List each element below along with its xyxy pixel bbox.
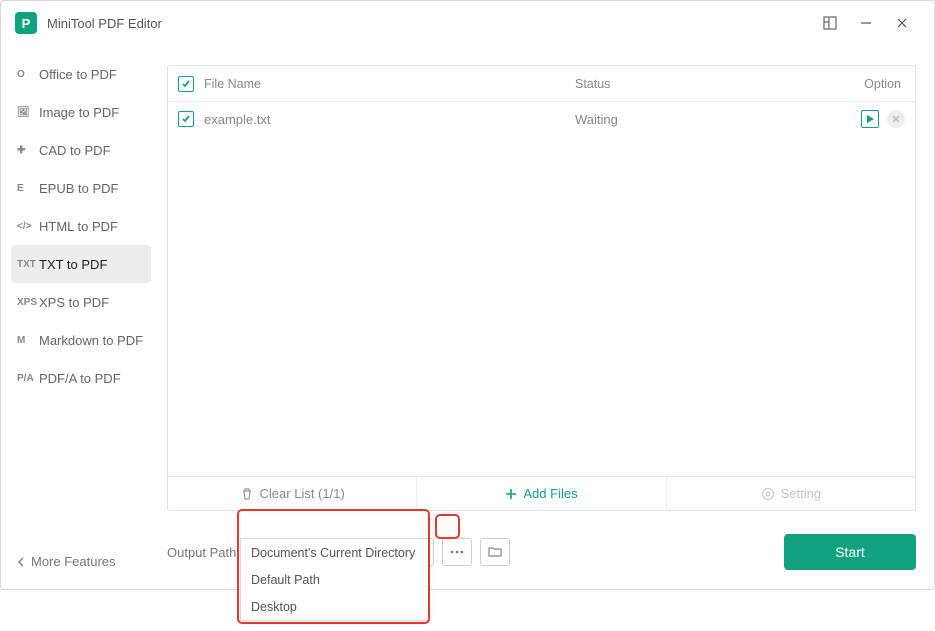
convert-row-button[interactable] xyxy=(861,110,879,128)
output-path-dropdown: Document's Current Directory Default Pat… xyxy=(240,538,430,621)
sidebar-item-markdown-to-pdf[interactable]: M Markdown to PDF xyxy=(11,321,151,359)
office-icon: O xyxy=(17,69,39,80)
file-list-header: File Name Status Option xyxy=(168,66,915,102)
close-window-button[interactable] xyxy=(884,8,920,38)
open-folder-button[interactable] xyxy=(480,538,510,566)
window-frame: P MiniTool PDF Editor O Office to PDF 🖼 … xyxy=(0,0,935,590)
sidebar-item-xps-to-pdf[interactable]: XPS XPS to PDF xyxy=(11,283,151,321)
add-files-button[interactable]: Add Files xyxy=(417,477,666,510)
sidebar-item-pdfa-to-pdf[interactable]: P/A PDF/A to PDF xyxy=(11,359,151,397)
txt-icon: TXT xyxy=(17,259,39,270)
epub-icon: E xyxy=(17,183,39,194)
output-option-default-path[interactable]: Default Path xyxy=(241,566,429,593)
sidebar-item-epub-to-pdf[interactable]: E EPUB to PDF xyxy=(11,169,151,207)
minimize-button[interactable] xyxy=(848,8,884,38)
sidebar-item-image-to-pdf[interactable]: 🖼 Image to PDF xyxy=(11,93,151,131)
file-name: example.txt xyxy=(204,112,575,127)
sidebar-item-html-to-pdf[interactable]: </> HTML to PDF xyxy=(11,207,151,245)
file-toolbar: Clear List (1/1) Add Files Setting xyxy=(168,476,915,510)
clear-list-button[interactable]: Clear List (1/1) xyxy=(168,477,417,510)
header-status: Status xyxy=(575,77,835,91)
more-features-link[interactable]: More Features xyxy=(11,544,151,579)
sidebar-item-txt-to-pdf[interactable]: TXT TXT to PDF xyxy=(11,245,151,283)
start-button[interactable]: Start xyxy=(784,534,916,570)
collapse-panel-icon[interactable] xyxy=(812,8,848,38)
header-option: Option xyxy=(835,77,915,91)
app-title: MiniTool PDF Editor xyxy=(47,16,162,31)
setting-button[interactable]: Setting xyxy=(667,477,915,510)
cad-icon: ✚ xyxy=(17,145,39,156)
sidebar-item-cad-to-pdf[interactable]: ✚ CAD to PDF xyxy=(11,131,151,169)
output-option-desktop[interactable]: Desktop xyxy=(241,593,429,620)
browse-path-button[interactable] xyxy=(442,538,472,566)
row-checkbox[interactable] xyxy=(178,111,194,127)
sidebar: O Office to PDF 🖼 Image to PDF ✚ CAD to … xyxy=(1,45,161,589)
app-icon: P xyxy=(15,12,37,34)
html-icon: </> xyxy=(17,221,39,232)
main-area: File Name Status Option example.txt Wait… xyxy=(161,45,934,589)
markdown-icon: M xyxy=(17,335,39,346)
output-option-current-dir[interactable]: Document's Current Directory xyxy=(241,539,429,566)
file-list-box: File Name Status Option example.txt Wait… xyxy=(167,65,916,511)
image-icon: 🖼 xyxy=(17,107,39,118)
remove-row-button[interactable] xyxy=(887,110,905,128)
sidebar-item-office-to-pdf[interactable]: O Office to PDF xyxy=(11,55,151,93)
pdfa-icon: P/A xyxy=(17,373,39,384)
file-row[interactable]: example.txt Waiting xyxy=(168,102,915,136)
select-all-checkbox[interactable] xyxy=(178,76,194,92)
output-path-label: Output Path: xyxy=(167,545,240,560)
titlebar: P MiniTool PDF Editor xyxy=(1,1,934,45)
header-file-name: File Name xyxy=(204,77,575,91)
file-status: Waiting xyxy=(575,112,835,127)
xps-icon: XPS xyxy=(17,297,39,308)
